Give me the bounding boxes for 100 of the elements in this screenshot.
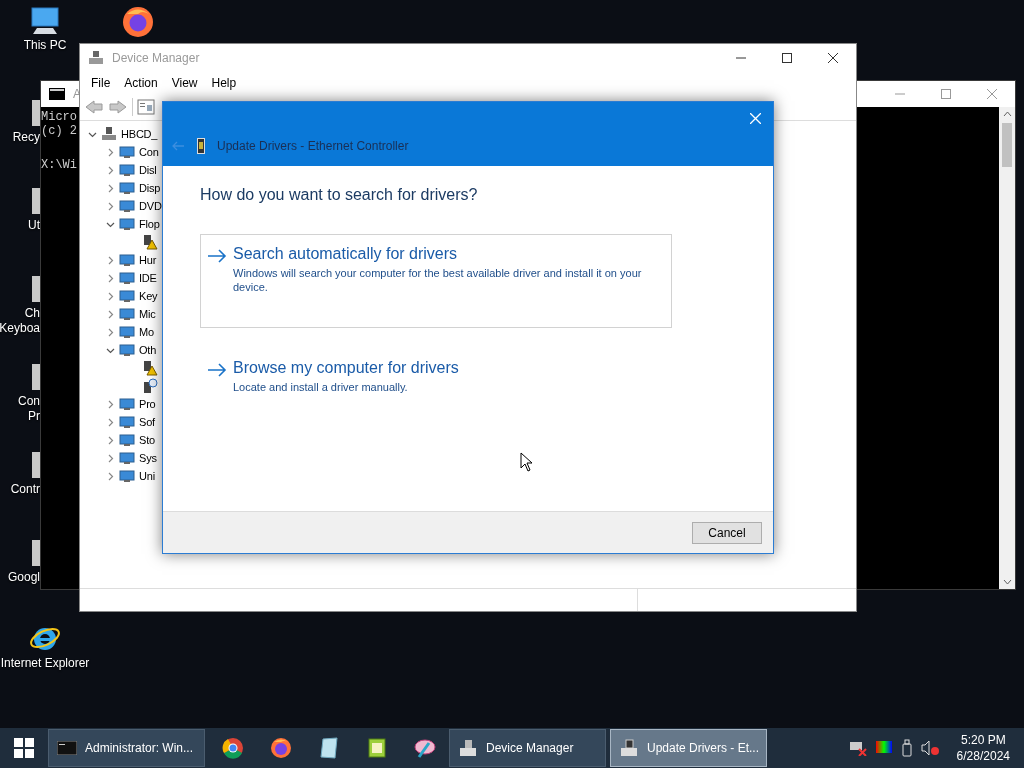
maximize-icon <box>782 53 792 63</box>
properties-icon[interactable] <box>137 99 155 115</box>
device-icon <box>119 289 135 303</box>
taskbar-window-button[interactable]: Administrator: Win... <box>48 729 205 767</box>
desktop-icon-label: Recy <box>12 130 40 145</box>
expand-chevron-icon[interactable] <box>106 417 115 427</box>
mouse-cursor-icon <box>520 452 533 472</box>
tree-item-label[interactable]: Uni <box>139 470 155 482</box>
tree-item-label[interactable]: DVD <box>139 200 162 212</box>
taskbar-window-button[interactable]: Update Drivers - Et... <box>610 729 767 767</box>
scrollbar[interactable] <box>999 107 1015 589</box>
firefox-like-icon[interactable] <box>122 6 154 38</box>
menu-item[interactable]: File <box>84 76 118 90</box>
expand-chevron-icon[interactable] <box>106 183 115 193</box>
console-line: X:\Wi <box>41 158 77 172</box>
console-line: (c) 2 <box>41 124 77 138</box>
chrome-like-icon[interactable] <box>222 737 244 759</box>
window-title: Device Manager <box>112 51 200 65</box>
expand-chevron-icon[interactable] <box>106 453 115 463</box>
tree-item-label[interactable]: Pro <box>139 398 156 410</box>
back-icon[interactable] <box>84 99 104 115</box>
expand-chevron-icon[interactable] <box>106 147 115 157</box>
device-warning-icon[interactable] <box>142 360 158 376</box>
option-title: Browse my computer for drivers <box>233 359 459 377</box>
device-manager-icon <box>458 739 478 757</box>
clock-time[interactable]: 5:20 PM <box>960 732 1006 748</box>
maximize-icon <box>941 89 951 99</box>
menu-item[interactable]: Help <box>204 76 244 90</box>
desktop-icon-label: Internet Explorer <box>0 656 90 670</box>
desktop-icon-label: This PC <box>23 38 67 52</box>
expand-chevron-icon[interactable] <box>106 291 115 301</box>
device-icon <box>119 325 135 339</box>
expand-chevron-icon[interactable] <box>106 255 115 265</box>
close-icon <box>749 112 761 124</box>
option-title: Search automatically for drivers <box>233 245 459 263</box>
desktop-icon-label: Con <box>18 394 40 409</box>
tree-item-label[interactable]: Hur <box>139 254 157 266</box>
computer-icon <box>101 126 117 142</box>
arrow-right-icon <box>207 249 227 263</box>
speaker-muted-icon[interactable] <box>920 740 939 756</box>
usb-drive-icon[interactable] <box>900 739 913 757</box>
dialog-title: Update Drivers - Ethernet Controller <box>217 139 409 153</box>
device-icon <box>119 163 135 177</box>
network-disconnected-icon[interactable] <box>848 740 867 756</box>
tree-item-label[interactable]: Sys <box>139 452 157 464</box>
device-icon <box>119 199 135 213</box>
menu-item[interactable]: Action <box>117 76 165 90</box>
taskbar-window-button[interactable]: Device Manager <box>449 729 606 767</box>
expand-chevron-icon[interactable] <box>106 435 115 445</box>
device-icon <box>119 469 135 483</box>
scrollbar-thumb[interactable] <box>1002 123 1012 167</box>
desktop-icon-label: Ut <box>28 218 40 233</box>
unknown-device-icon[interactable] <box>142 378 158 394</box>
desktop-icon-label: Keyboa <box>0 321 40 336</box>
device-icon <box>119 253 135 267</box>
device-icon <box>119 433 135 447</box>
console-icon <box>57 741 77 755</box>
tree-item-label[interactable]: Disp <box>139 182 161 194</box>
device-icon <box>119 307 135 321</box>
option-description: Windows will search your computer for the best available driver and install it on your device. <box>233 266 643 294</box>
tree-item-label[interactable]: Flop <box>139 218 160 230</box>
expand-chevron-icon[interactable] <box>106 327 115 337</box>
desktop-icon-label: Ch <box>24 306 40 321</box>
menu-item[interactable]: View <box>164 76 205 90</box>
search-option[interactable]: Browse my computer for drivers Locate and install a driver manually. <box>200 348 672 395</box>
notepad-icon[interactable] <box>319 737 339 759</box>
paint-icon[interactable] <box>413 737 437 759</box>
device-icon <box>119 145 135 159</box>
tree-item-label[interactable]: Mo <box>139 326 154 338</box>
tree-item-label[interactable]: Oth <box>139 344 157 356</box>
device-manager-icon <box>619 739 639 757</box>
cancel-button[interactable]: Cancel <box>692 521 762 544</box>
computer-icon[interactable] <box>29 6 61 36</box>
tree-item-label[interactable]: Con <box>139 146 159 158</box>
search-option[interactable]: Search automatically for drivers Windows will search your computer for the best available driver and install it on your device. <box>200 234 672 328</box>
console-line: Micro <box>41 110 77 124</box>
expand-chevron-icon[interactable] <box>106 399 115 409</box>
tree-item-label[interactable]: HBCD_ <box>121 128 158 140</box>
tree-item-label[interactable]: Sto <box>139 434 155 446</box>
expand-chevron-icon[interactable] <box>106 273 115 283</box>
device-manager-icon <box>88 50 104 66</box>
clock-date[interactable]: 6/28/2024 <box>956 748 1010 764</box>
tree-item-label[interactable]: Mic <box>139 308 156 320</box>
device-icon <box>119 415 135 429</box>
expand-chevron-icon[interactable] <box>106 201 115 211</box>
tree-item-label[interactable]: IDE <box>139 272 157 284</box>
firefox-like-icon[interactable] <box>270 737 292 759</box>
tree-item-label[interactable]: Disl <box>139 164 157 176</box>
tree-item-label[interactable]: Key <box>139 290 158 302</box>
device-warning-icon[interactable] <box>142 234 158 250</box>
spreadsheet-icon[interactable] <box>367 737 387 759</box>
tree-item-label[interactable]: Sof <box>139 416 155 428</box>
dialog-heading: How do you want to search for drivers? <box>200 186 479 204</box>
option-description: Locate and install a driver manually. <box>233 380 409 394</box>
forward-icon[interactable] <box>108 99 128 115</box>
expand-chevron-icon[interactable] <box>106 309 115 319</box>
console-icon <box>49 88 65 100</box>
color-display-icon[interactable] <box>874 740 893 756</box>
expand-chevron-icon[interactable] <box>106 471 115 481</box>
expand-chevron-icon[interactable] <box>106 165 115 175</box>
